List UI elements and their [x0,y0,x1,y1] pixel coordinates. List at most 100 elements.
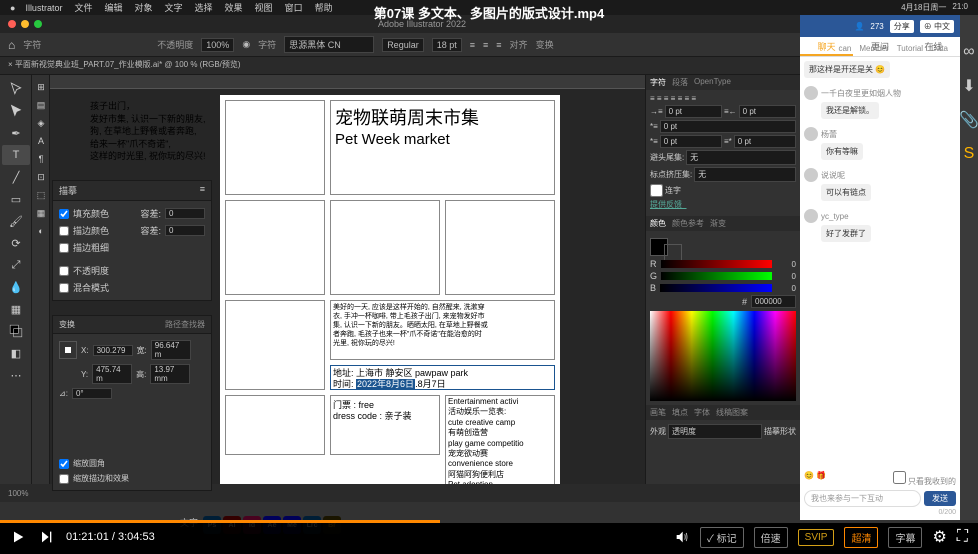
next-button[interactable] [38,529,54,545]
line-tool-icon[interactable]: ╱ [2,167,30,187]
transform-label[interactable]: 变换 [536,38,554,51]
settings-icon[interactable]: ⚙ [932,527,946,547]
opacity-field[interactable]: 100% [201,38,234,52]
appearance-opacity[interactable]: 透明度 [668,424,762,439]
direct-select-tool-icon[interactable] [2,101,30,121]
fullscreen-icon[interactable]: ⛶ [957,528,968,546]
char-panel-icon[interactable]: ◉ [242,39,250,50]
color-spectrum[interactable] [650,311,796,401]
tab-grad[interactable]: 渐变 [710,218,726,229]
speed-button[interactable]: 倍速 [754,527,788,548]
chat-htab-1[interactable]: Member [859,44,888,53]
panel-menu-icon[interactable]: ≡ [200,184,205,197]
r-value[interactable]: 0 [776,260,796,269]
mojikumi-select[interactable]: 无 [694,167,796,182]
r-slider[interactable] [661,260,773,268]
hex-field[interactable]: 000000 [751,295,796,308]
x-field[interactable]: 300.279 [93,345,133,356]
scale-tool-icon[interactable]: ⤢ [2,255,30,275]
panel-icon-2[interactable]: ▤ [33,97,49,113]
align-icons[interactable]: ≡ ≡ ≡ ≡ ≡ ≡ ≡ [650,94,696,103]
g-slider[interactable] [661,272,772,280]
eyedropper-tool-icon[interactable]: 💧 [2,277,30,297]
vip-badge[interactable]: SVIP [798,529,835,546]
font-weight-select[interactable]: Regular [382,38,424,52]
brush-tool-icon[interactable]: 🖌 [2,211,30,231]
align-left-icon[interactable]: ≡ [470,40,475,50]
tab-para[interactable]: 段落 [672,77,688,88]
rotate-tool-icon[interactable]: ⟳ [2,233,30,253]
progress-bar[interactable] [0,520,978,523]
edit-toolbar-icon[interactable]: ⋯ [2,365,30,385]
chat-htab-0[interactable]: can [838,44,851,53]
strokew-check[interactable] [59,243,69,253]
panel-icon-1[interactable]: ⊞ [33,79,49,95]
panel-icon-5[interactable]: ¶ [33,151,49,167]
tab-pattern[interactable]: 线稿图案 [716,407,748,418]
fill-tolerance[interactable]: 0 [165,208,205,219]
strokecolor-check[interactable] [59,226,69,236]
download-icon[interactable]: ⬇ [962,79,976,93]
indent-right[interactable]: 0 pt [739,105,796,118]
b-value[interactable]: 0 [776,284,796,293]
screen-mode-icon[interactable]: ◧ [2,343,30,363]
font-size-field[interactable]: 18 pt [432,38,462,52]
kinsoku-select[interactable]: 无 [686,150,796,165]
type-tool-icon[interactable]: T [2,145,30,165]
opacity-check[interactable] [59,266,69,276]
home-icon[interactable]: ⌂ [8,38,15,52]
chat-messages[interactable]: 那这样是开还是关 😊 一千白夜里更如烟人物我还是解锁。 杨蕾你有等嘛 说说呢可以… [800,57,960,367]
h-field[interactable]: 13.97 mm [150,364,190,384]
b-slider[interactable] [660,284,772,292]
indent-left[interactable]: 0 pt [665,105,722,118]
send-button[interactable]: 发送 [924,491,956,506]
trace-tab[interactable]: 描摹 [59,184,77,197]
tab-fill[interactable]: 填点 [672,407,688,418]
angle-field[interactable]: 0° [72,388,112,399]
pathfinder-tab[interactable]: 路径查找器 [165,319,205,330]
rectangle-tool-icon[interactable]: ▭ [2,189,30,209]
fill-stroke-icon[interactable] [2,321,30,341]
panel-icon-8[interactable]: ▦ [33,205,49,221]
align-center-icon[interactable]: ≡ [483,40,488,50]
tab-color[interactable]: 颜色 [650,218,666,229]
pen-tool-icon[interactable]: ✒ [2,123,30,143]
tab-char[interactable]: 字符 [650,77,666,88]
align-label[interactable]: 对齐 [510,38,528,51]
panel-icon-4[interactable]: A [33,133,49,149]
volume-icon[interactable] [674,529,690,545]
clip-icon[interactable]: 📎 [962,113,976,127]
document-tab[interactable]: × 平面新视觉典业班_PART.07_作业模版.ai* @ 100 % (RGB… [0,57,800,75]
scale-corner-check[interactable] [59,459,69,469]
chat-htab-3[interactable]: Data [931,44,948,53]
tab-font[interactable]: 字体 [694,407,710,418]
private-check[interactable] [893,471,906,484]
mark-button[interactable]: ✓ 标记 [700,527,744,548]
stroke-tolerance[interactable]: 0 [165,225,205,236]
panel-icon-7[interactable]: ⬚ [33,187,49,203]
zoom-level[interactable]: 100% [8,489,28,498]
transform-tab[interactable]: 变换 [59,319,75,330]
scale-stroke-check[interactable] [59,474,69,484]
first-indent[interactable]: 0 pt [660,120,796,133]
quality-button[interactable]: 超清 [844,527,878,548]
share-icon[interactable]: ∞ [962,45,976,59]
chat-input[interactable]: 我也来参与一下互动 [804,490,921,507]
panel-icon-6[interactable]: ⊡ [33,169,49,185]
chat-htab-2[interactable]: Tutorial [897,44,923,53]
play-button[interactable] [10,529,26,545]
tab-ot[interactable]: OpenType [694,77,731,88]
blend-check[interactable] [59,283,69,293]
align-right-icon[interactable]: ≡ [496,40,501,50]
space-before[interactable]: 0 pt [660,135,722,148]
fill-check[interactable] [59,209,69,219]
hyphen-check[interactable] [650,184,663,197]
panel-icon-3[interactable]: ◈ [33,115,49,131]
g-value[interactable]: 0 [776,272,796,281]
w-field[interactable]: 96.647 m [151,340,191,360]
badge-s-icon[interactable]: S [962,147,976,161]
y-field[interactable]: 475.74 m [92,364,132,384]
selection-tool-icon[interactable] [2,79,30,99]
gradient-tool-icon[interactable]: ▦ [2,299,30,319]
panel-icon-9[interactable]: ◐ [33,223,49,239]
